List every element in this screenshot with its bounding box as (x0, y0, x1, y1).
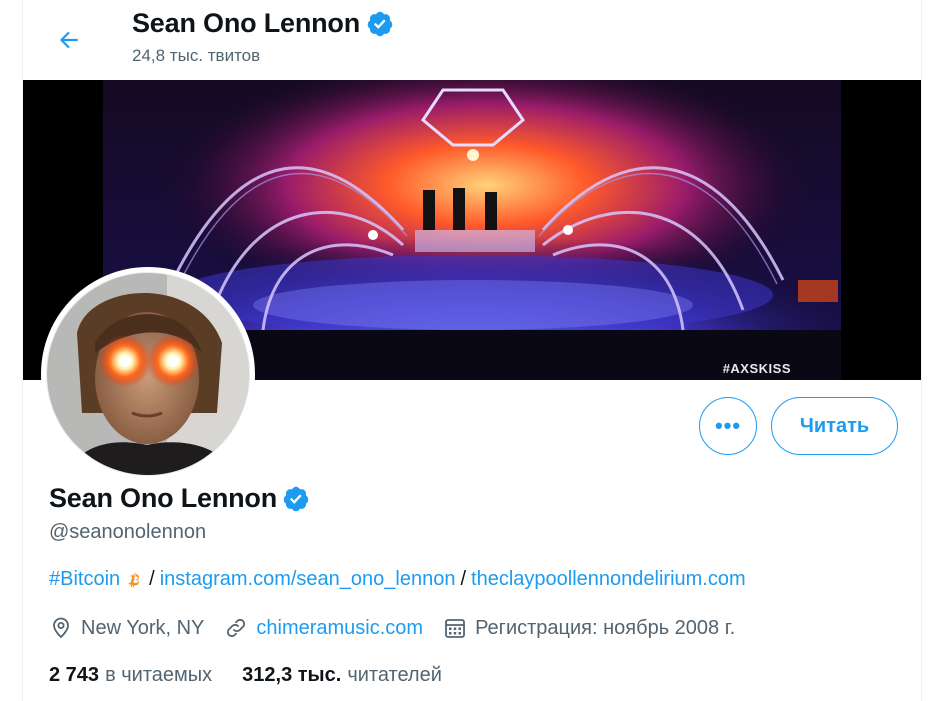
bio-separator: / (149, 568, 155, 590)
verified-badge-icon (366, 10, 394, 38)
followers-stat[interactable]: 312,3 тыс. читателей (242, 664, 442, 687)
header-title: Sean Ono Lennon (132, 8, 394, 39)
website: chimeramusic.com (224, 616, 423, 640)
followers-count: 312,3 тыс. (242, 664, 342, 686)
location-icon (53, 617, 69, 639)
more-options-button[interactable]: ••• (699, 397, 757, 455)
calendar-icon (445, 619, 465, 638)
profile-meta: New York, NY chimeramusic.com Регистраци… (49, 616, 755, 640)
followers-label: читателей (347, 664, 442, 686)
profile-name: Sean Ono Lennon (49, 483, 310, 514)
following-stat[interactable]: 2 743 в читаемых (49, 664, 212, 687)
link-icon (227, 618, 246, 638)
profile-bio: #Bitcoin / instagram.com/sean_ono_lennon… (49, 568, 746, 591)
display-name: Sean Ono Lennon (49, 483, 278, 513)
location: New York, NY (49, 616, 204, 640)
avatar[interactable] (41, 267, 255, 481)
band-website-link[interactable]: theclaypoollennondelirium.com (471, 568, 746, 591)
following-count: 2 743 (49, 664, 100, 686)
following-label: в читаемых (105, 664, 213, 686)
follow-button[interactable]: Читать (771, 397, 898, 455)
website-link[interactable]: chimeramusic.com (256, 617, 423, 640)
instagram-link[interactable]: instagram.com/sean_ono_lennon (160, 568, 456, 591)
verified-badge-icon (282, 485, 310, 513)
banner-watermark: #AXSKISS (722, 361, 791, 376)
join-date: Регистрация: ноябрь 2008 г. (443, 616, 735, 640)
tweet-count: 24,8 тыс. твитов (132, 46, 261, 65)
follow-button-label: Читать (799, 414, 870, 437)
back-arrow-icon (59, 31, 78, 49)
user-handle: @seanonolennon (49, 521, 207, 543)
follow-stats: 2 743 в читаемых 312,3 тыс. читателей (49, 664, 472, 687)
profile-column: Sean Ono Lennon 24,8 тыс. твитов #AXSKIS… (22, 0, 922, 701)
header-name: Sean Ono Lennon (132, 8, 361, 38)
location-text: New York, NY (81, 616, 205, 639)
bitcoin-icon (122, 569, 144, 591)
more-icon: ••• (714, 413, 742, 438)
bio-separator: / (460, 568, 467, 590)
join-date-text: Регистрация: ноябрь 2008 г. (475, 616, 736, 639)
profile-header-bar: Sean Ono Lennon 24,8 тыс. твитов (23, 0, 921, 80)
bitcoin-hashtag-link[interactable]: #Bitcoin (49, 568, 120, 591)
back-button[interactable] (47, 18, 91, 62)
